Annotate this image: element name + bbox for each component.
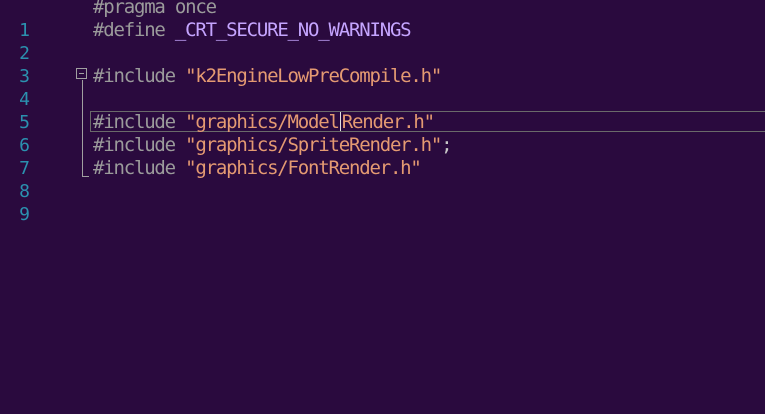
include-path-string: "graphics/FontRender.h"	[174, 157, 422, 179]
code-line-3[interactable]: 3	[0, 42, 765, 87]
code-line-8[interactable]: 8 #include "graphics/FontRender.h"	[0, 157, 765, 202]
pragma-argument: once	[164, 0, 217, 18]
code-line-6[interactable]: 6 #include "graphics/Model Render.h"	[0, 111, 765, 156]
code-line-2[interactable]: 2 #define _CRT_SECURE_NO_WARNINGS	[0, 19, 765, 64]
code-line-9[interactable]: 9	[0, 180, 765, 225]
code-text[interactable]: #include "graphics/Model Render.h"	[93, 111, 435, 134]
code-text[interactable]: #include "k2EngineLowPreCompile.h"	[93, 65, 442, 88]
code-text[interactable]: #pragma once	[93, 0, 217, 19]
preprocessor-directive: #define	[93, 19, 166, 41]
semicolon: ;	[441, 134, 452, 156]
code-line-5[interactable]: 5	[0, 88, 765, 133]
code-text[interactable]: #include "graphics/FontRender.h"	[93, 157, 422, 180]
code-text[interactable]: #define _CRT_SECURE_NO_WARNINGS	[93, 19, 412, 42]
preprocessor-directive: #pragma	[93, 0, 166, 18]
text-caret	[339, 112, 341, 131]
code-line-4[interactable]: 4 #include "k2EngineLowPreCompile.h"	[0, 65, 765, 110]
preprocessor-directive: #include	[93, 134, 176, 156]
preprocessor-directive: #include	[93, 111, 176, 133]
code-line-1[interactable]: 1 #pragma once	[0, 0, 765, 41]
preprocessor-directive: #include	[93, 65, 176, 87]
code-editor[interactable]: 1 #pragma once 2 #define _CRT_SECURE_NO_…	[0, 0, 765, 414]
include-path-string: "k2EngineLowPreCompile.h"	[174, 65, 442, 87]
line-number: 9	[19, 204, 30, 225]
macro-name: _CRT_SECURE_NO_WARNINGS	[164, 19, 412, 41]
code-text[interactable]: #include "graphics/SpriteRender.h";	[93, 134, 453, 157]
include-path-string-part: Render.h"	[341, 111, 435, 133]
preprocessor-directive: #include	[93, 157, 176, 179]
include-path-string-part: "graphics/Model	[174, 111, 340, 133]
include-path-string: "graphics/SpriteRender.h"	[174, 134, 442, 156]
code-line-7[interactable]: 7 #include "graphics/SpriteRender.h";	[0, 134, 765, 179]
